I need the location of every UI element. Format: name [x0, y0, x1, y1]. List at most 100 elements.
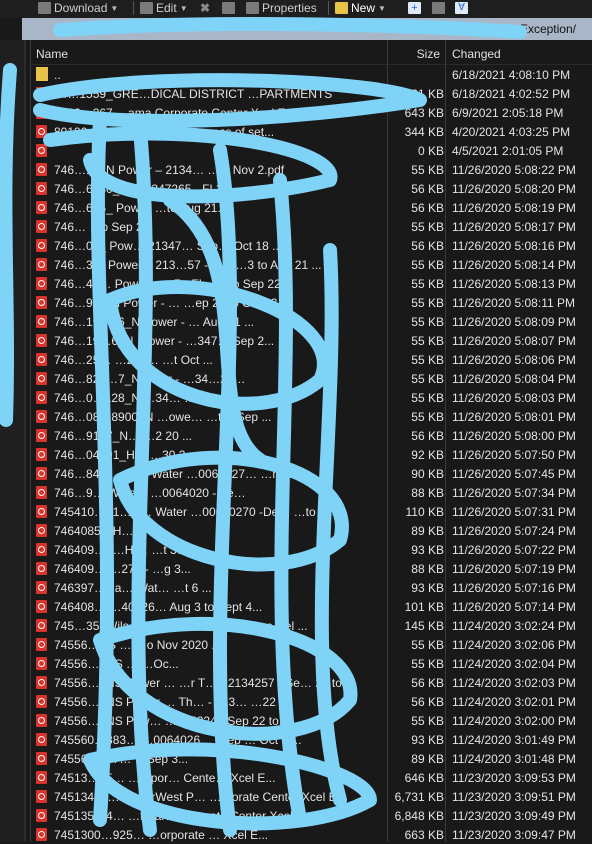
pdf-file-icon	[36, 657, 47, 670]
file-changed: 11/26/2020 5:07:50 PM	[452, 448, 576, 462]
file-row[interactable]: 746…92…N Power - … …ep 22 to Oct 23... 5…	[30, 293, 592, 312]
file-size: 6,848 KB	[394, 809, 444, 823]
pdf-file-icon	[36, 733, 47, 746]
parent-directory-row[interactable]: .. 6/18/2021 4:08:10 PM	[30, 65, 592, 84]
file-row[interactable]: 746… …p Sep 2... 55 KB 11/26/2020 5:08:1…	[30, 217, 592, 236]
file-size: 93 KB	[411, 733, 444, 747]
file-name: 746…08_ Pow… 21347… Sep… Oct 18 ...	[54, 239, 283, 253]
file-name: 746409… …270 - …g 3...	[54, 562, 191, 576]
file-row[interactable]: 746…45… Power – …7 - FL… …o Sep 22... 55…	[30, 274, 592, 293]
pdf-file-icon	[36, 467, 47, 480]
unselect-button[interactable]	[432, 0, 445, 16]
path-bar[interactable]: Exception/	[22, 18, 592, 40]
file-size: 55 KB	[411, 163, 444, 177]
rename-button[interactable]	[222, 0, 235, 16]
file-size: 55 KB	[411, 220, 444, 234]
file-changed: 11/24/2020 3:02:04 PM	[452, 657, 576, 671]
file-size: 56 KB	[411, 676, 444, 690]
filter-button[interactable]: ∀	[455, 0, 468, 16]
pdf-file-icon	[36, 790, 47, 803]
close-icon: ✖	[200, 1, 211, 15]
file-changed: 11/24/2020 3:02:01 PM	[452, 695, 576, 709]
file-row[interactable]: 746…6880_ … 21347265 - FL3 ... 56 KB 11/…	[30, 179, 592, 198]
column-name[interactable]: Name	[36, 47, 68, 61]
file-changed: 11/26/2020 5:07:14 PM	[452, 600, 576, 614]
file-row[interactable]: 74556…_NS Power … Th… - 213… …22 t... 56…	[30, 692, 592, 711]
properties-button[interactable]: Properties	[246, 0, 317, 16]
file-row[interactable]: 745560…883… …0064026… …ep … Oct 6 ... 93…	[30, 730, 592, 749]
file-row[interactable]: 74556…_NS Power … …r T… - 2134257 - Se… …	[30, 673, 592, 692]
file-size: 92 KB	[411, 448, 444, 462]
delete-button[interactable]: ✖	[200, 0, 210, 16]
file-row[interactable]: 746…04891_H… …30 2... 92 KB 11/26/2020 5…	[30, 445, 592, 464]
file-row[interactable]: 746409…9…Hi… …t 30 ... 93 KB 11/26/2020 …	[30, 540, 592, 559]
file-row[interactable]: 746409… …270 - …g 3... 88 KB 11/26/2020 …	[30, 559, 592, 578]
file-row[interactable]: 746…19…66_N Power - … Aug 21 ... 55 KB 1…	[30, 312, 592, 331]
new-button[interactable]: New ▼	[335, 0, 386, 16]
file-row[interactable]: 745560…47… …Sep 3... 89 KB 11/24/2020 3:…	[30, 749, 592, 768]
file-row[interactable]: 745…35_Wils… Fue… …218… Propane Del ... …	[30, 616, 592, 635]
file-row[interactable]: 746…19…6_N …ower - …347… Sep 2... 55 KB …	[30, 331, 592, 350]
file-size: 88 KB	[411, 486, 444, 500]
file-changed: 11/26/2020 5:08:16 PM	[452, 239, 576, 253]
file-row[interactable]: 746397…Ha… Wat… …t 6 ... 93 KB 11/26/202…	[30, 578, 592, 597]
file-changed: 11/24/2020 3:01:49 PM	[452, 733, 576, 747]
file-row[interactable]: 0 KB 4/5/2021 2:01:05 PM	[30, 141, 592, 160]
file-changed: 11/26/2020 5:08:22 PM	[452, 163, 576, 177]
file-row[interactable]: 746…08_ Pow… 21347… Sep… Oct 18 ... 56 K…	[30, 236, 592, 255]
file-size: 55 KB	[411, 638, 444, 652]
pdf-file-icon	[36, 771, 47, 784]
file-row[interactable]: 74556…NS … …o Nov 2020 ... 55 KB 11/24/2…	[30, 635, 592, 654]
file-row[interactable]: 74556…_NS Pow… …134224 - Sep 22 to... 55…	[30, 711, 592, 730]
pdf-file-icon	[36, 714, 47, 727]
file-size: 90 KB	[411, 467, 444, 481]
file-name: 745560…47… …Sep 3...	[54, 752, 189, 766]
file-row[interactable]: 74513…65… …orpor… Cente… Xcel E... 646 K…	[30, 768, 592, 787]
file-row[interactable]: 8202…267 …ama Corporate Center Xcel E...…	[30, 103, 592, 122]
select-button[interactable]: +	[408, 0, 421, 16]
pdf-file-icon	[36, 372, 47, 385]
pdf-file-icon	[36, 201, 47, 214]
file-name: 746408… …40026… Aug 3 to Sept 4...	[54, 600, 263, 614]
file-row[interactable]: 74556…_NS … …Oc... 55 KB 11/24/2020 3:02…	[30, 654, 592, 673]
file-name: 746…8402…Hi… Water …0064027… …n 3...	[54, 467, 300, 481]
pdf-file-icon	[36, 695, 47, 708]
file-changed: 11/26/2020 5:08:03 PM	[452, 391, 576, 405]
file-row[interactable]: 746…823…7_N …ver - …34…27… 55 KB 11/26/2…	[30, 369, 592, 388]
file-row[interactable]: 74513400…65…erWest P… …rporate Center Xc…	[30, 787, 592, 806]
file-changed: 11/26/2020 5:08:06 PM	[452, 353, 576, 367]
file-row[interactable]: 745410…21…H… Water …00640270 -De… …to J.…	[30, 502, 592, 521]
pdf-file-icon	[36, 277, 47, 290]
pdf-file-icon	[36, 619, 47, 632]
file-size: 56 KB	[411, 239, 444, 253]
column-size[interactable]: Size	[390, 47, 440, 61]
file-size: 110 KB	[405, 505, 444, 519]
pdf-file-icon	[36, 144, 47, 157]
download-button[interactable]: Download ▼	[38, 0, 118, 16]
file-row[interactable]: 80190…420 …igh Par… …ocess of set... 344…	[30, 122, 592, 141]
file-row[interactable]: 746…0…128_N …34… …to Aug... 55 KB 11/26/…	[30, 388, 592, 407]
file-row[interactable]: 746…3… Power – 213…57 - FL2 …3 to Aug 21…	[30, 255, 592, 274]
divider	[133, 1, 134, 15]
file-row[interactable]: 746…25… …216… …t Oct ... 55 KB 11/26/202…	[30, 350, 592, 369]
file-name: 746…45… Power – …7 - FL… …o Sep 22...	[54, 277, 291, 291]
edit-button[interactable]: Edit ▼	[140, 0, 188, 16]
file-row[interactable]: 746…9… Water - …0064020 - Fe… 88 KB 11/2…	[30, 483, 592, 502]
file-row[interactable]: 746…08…8900_N …owe… …t… Sep ... 55 KB 11…	[30, 407, 592, 426]
column-changed[interactable]: Changed	[452, 47, 501, 61]
file-size: 0 KB	[417, 144, 444, 158]
file-name: 745410…21…H… Water …00640270 -De… …to J.…	[54, 505, 336, 519]
file-row[interactable]: 746…695_ Pow… …to Aug 21... 56 KB 11/26/…	[30, 198, 592, 217]
file-row[interactable]: 74…1559_GRE…DICAL DISTRICT …PARTMENTS 13…	[30, 84, 592, 103]
file-row[interactable]: 746408… …40026… Aug 3 to Sept 4... 101 K…	[30, 597, 592, 616]
file-row[interactable]: 746…12_N Power – 2134… …to Nov 2.pdf 55 …	[30, 160, 592, 179]
file-row[interactable]: 746…9107_N… …2 20 ... 56 KB 11/26/2020 5…	[30, 426, 592, 445]
file-row[interactable]: 7451300…925… …orporate … Xcel E... 663 K…	[30, 825, 592, 844]
file-name: 745135…4… …t Par… …porate Center Xcel E.…	[54, 809, 315, 823]
file-row[interactable]: 746…8402…Hi… Water …0064027… …n 3... 90 …	[30, 464, 592, 483]
file-size: 663 KB	[404, 828, 444, 842]
file-row[interactable]: 7464085…H… 89 KB 11/26/2020 5:07:24 PM	[30, 521, 592, 540]
file-row[interactable]: 745135…4… …t Par… …porate Center Xcel E.…	[30, 806, 592, 825]
pdf-file-icon	[36, 429, 47, 442]
pdf-file-icon	[36, 600, 47, 613]
